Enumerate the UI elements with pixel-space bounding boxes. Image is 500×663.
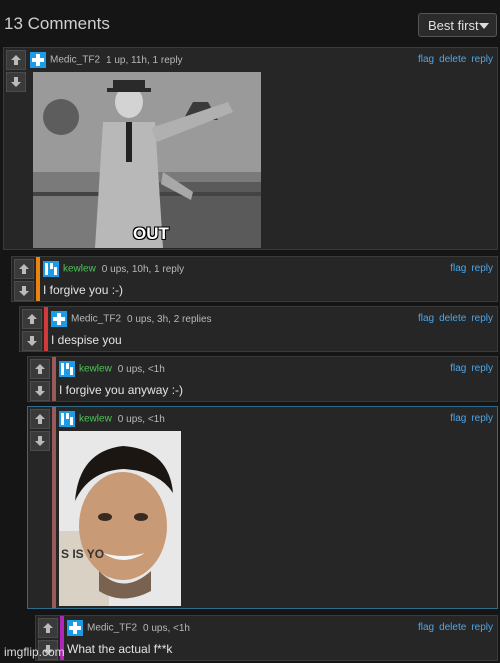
image-caption: OUT	[133, 224, 169, 243]
arrow-down-icon	[35, 436, 45, 446]
flag-link[interactable]: flag	[450, 363, 466, 374]
comment-5: kewlew 0 ups, <1h flag reply S IS YO	[27, 406, 498, 609]
comment-meta: kewlew 0 ups, 10h, 1 reply	[43, 261, 184, 279]
comment-actions: flag reply	[445, 413, 493, 424]
comment-3: Medic_TF2 0 ups, 3h, 2 replies flag delete…	[19, 306, 498, 352]
reply-link[interactable]: reply	[471, 363, 493, 374]
arrow-up-icon	[27, 314, 37, 324]
comment-6: Medic_TF2 0 ups, <1h flag delete reply What…	[35, 615, 498, 661]
comment-actions: flag delete reply	[413, 622, 493, 633]
comment-meta: Medic_TF2 1 up, 11h, 1 reply	[30, 52, 183, 70]
thread-bar	[44, 307, 48, 351]
upvote-button[interactable]	[6, 50, 26, 70]
comment-stats: 0 ups, <1h	[143, 622, 190, 634]
reply-link[interactable]: reply	[471, 313, 493, 324]
thread-bar	[52, 407, 56, 608]
kewlew-avatar-icon[interactable]	[43, 261, 59, 277]
imgflip-watermark: imgflip.com	[4, 645, 65, 659]
comment-count: 13 Comments	[4, 14, 110, 33]
downvote-button[interactable]	[14, 281, 34, 301]
flag-link[interactable]: flag	[418, 313, 434, 324]
username[interactable]: Medic_TF2	[71, 314, 121, 325]
flag-link[interactable]: flag	[418, 622, 434, 633]
comment-actions: flag delete reply	[413, 313, 493, 324]
comment-stats: 0 ups, <1h	[117, 363, 165, 375]
reply-link[interactable]: reply	[471, 263, 493, 274]
comment-2: kewlew 0 ups, 10h, 1 reply flag reply I fo…	[11, 256, 498, 302]
medic-avatar-icon[interactable]	[67, 620, 83, 636]
face-photo-image	[59, 431, 181, 606]
comment-actions: flag reply	[445, 363, 493, 374]
comment-actions: flag delete reply	[413, 54, 493, 65]
downvote-button[interactable]	[30, 431, 50, 451]
delete-link[interactable]: delete	[439, 622, 466, 633]
reply-link[interactable]: reply	[471, 54, 493, 65]
arrow-down-icon	[27, 336, 37, 346]
comment-1: Medic_TF2 1 up, 11h, 1 reply flag delete re…	[3, 47, 498, 250]
arrow-down-icon	[19, 286, 29, 296]
comment-stats: 0 ups, <1h	[117, 413, 165, 425]
arrow-up-icon	[43, 623, 53, 633]
shirt-text: S IS YO	[61, 547, 105, 561]
upvote-button[interactable]	[30, 409, 50, 429]
comment-text: I forgive you :-)	[43, 283, 124, 297]
upvote-button[interactable]	[14, 259, 34, 279]
downvote-button[interactable]	[6, 72, 26, 92]
flag-link[interactable]: flag	[450, 263, 466, 274]
flag-link[interactable]: flag	[450, 413, 466, 424]
comment-actions: flag reply	[445, 263, 493, 274]
username[interactable]: kewlew	[79, 414, 112, 425]
comment-meta: Medic_TF2 0 ups, <1h	[67, 620, 190, 638]
upvote-button[interactable]	[38, 618, 58, 638]
comment-meta: kewlew 0 ups, <1h	[59, 411, 165, 429]
thread-bar	[52, 357, 56, 401]
arrow-down-icon	[11, 77, 21, 87]
upvote-button[interactable]	[22, 309, 42, 329]
medic-avatar-icon[interactable]	[51, 311, 67, 327]
arrow-up-icon	[11, 55, 21, 65]
chevron-down-icon	[479, 23, 489, 29]
medic-avatar-icon[interactable]	[30, 52, 46, 68]
arrow-down-icon	[35, 386, 45, 396]
flag-link[interactable]: flag	[418, 54, 434, 65]
delete-link[interactable]: delete	[439, 54, 466, 65]
username[interactable]: Medic_TF2	[87, 623, 137, 634]
kewlew-avatar-icon[interactable]	[59, 361, 75, 377]
username[interactable]: kewlew	[79, 364, 112, 375]
reply-link[interactable]: reply	[471, 622, 493, 633]
comment-text: I despise you	[51, 333, 122, 347]
kewlew-avatar-icon[interactable]	[59, 411, 75, 427]
comment-4: kewlew 0 ups, <1h flag reply I forgive you…	[27, 356, 498, 402]
comment-meta: kewlew 0 ups, <1h	[59, 361, 165, 379]
comment-image-face[interactable]: S IS YO	[59, 431, 181, 606]
arrow-up-icon	[19, 264, 29, 274]
downvote-button[interactable]	[22, 331, 42, 351]
comment-stats: 1 up, 11h, 1 reply	[106, 54, 183, 66]
upvote-button[interactable]	[30, 359, 50, 379]
arrow-up-icon	[35, 364, 45, 374]
downvote-button[interactable]	[30, 381, 50, 401]
username[interactable]: Medic_TF2	[50, 55, 100, 66]
thread-bar	[36, 257, 40, 301]
arrow-up-icon	[35, 414, 45, 424]
comment-text: I forgive you anyway :-)	[59, 383, 184, 397]
comments-header: 13 Comments Best first	[0, 0, 500, 46]
comment-text: What the actual f**k	[67, 642, 173, 656]
delete-link[interactable]: delete	[439, 313, 466, 324]
username[interactable]: kewlew	[63, 264, 96, 275]
reply-link[interactable]: reply	[471, 413, 493, 424]
comment-meta: Medic_TF2 0 ups, 3h, 2 replies	[51, 311, 212, 329]
comment-stats: 0 ups, 3h, 2 replies	[127, 313, 212, 325]
man-pointing-image	[33, 72, 261, 248]
sort-dropdown[interactable]: Best first	[418, 13, 497, 37]
comment-image-out[interactable]: OUT	[33, 72, 261, 248]
comment-stats: 0 ups, 10h, 1 reply	[101, 263, 185, 275]
sort-label: Best first	[428, 18, 479, 33]
